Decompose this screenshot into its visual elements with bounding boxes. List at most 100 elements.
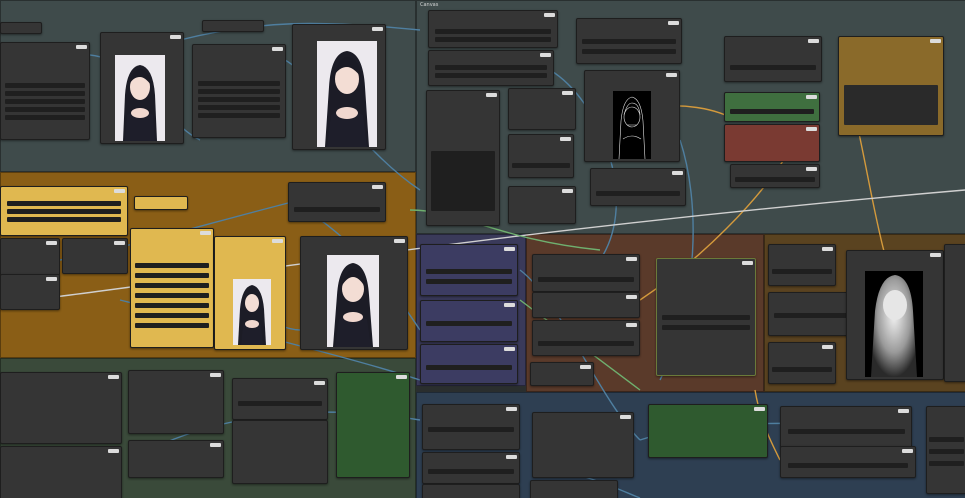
widget-field[interactable] (135, 263, 209, 268)
widget-field[interactable] (582, 39, 676, 44)
node[interactable] (428, 10, 558, 48)
node[interactable] (724, 36, 822, 82)
node[interactable] (128, 370, 224, 434)
node[interactable] (422, 484, 520, 498)
widget-field[interactable] (430, 151, 496, 211)
widget-field[interactable] (844, 85, 938, 125)
widget-field[interactable] (5, 115, 85, 120)
node[interactable] (648, 404, 768, 458)
widget-field[interactable] (237, 401, 323, 406)
widget-field[interactable] (729, 109, 815, 114)
node[interactable] (428, 50, 554, 86)
widget-field[interactable] (5, 83, 85, 88)
widget-field[interactable] (427, 469, 515, 474)
node[interactable] (422, 404, 520, 450)
widget-field[interactable] (595, 191, 681, 196)
widget-field[interactable] (5, 99, 85, 104)
node[interactable] (584, 70, 680, 162)
node[interactable] (730, 164, 820, 188)
node[interactable] (192, 44, 286, 138)
node[interactable] (0, 372, 122, 444)
node[interactable] (590, 168, 686, 206)
widget-field[interactable] (5, 107, 85, 112)
widget-field[interactable] (7, 209, 121, 214)
node-graph-canvas[interactable]: Canvas (0, 0, 965, 498)
widget-field[interactable] (538, 277, 634, 282)
node[interactable] (768, 244, 836, 286)
node[interactable] (292, 24, 386, 150)
widget-field[interactable] (427, 427, 515, 432)
node[interactable] (532, 292, 640, 318)
node[interactable] (508, 88, 576, 130)
node[interactable] (420, 344, 518, 384)
note-node[interactable] (130, 228, 214, 348)
node[interactable] (422, 452, 520, 484)
node[interactable] (780, 446, 916, 478)
widget-field[interactable] (928, 449, 965, 454)
widget-field[interactable] (425, 321, 513, 326)
node[interactable] (838, 36, 944, 136)
widget-field[interactable] (135, 313, 209, 318)
node[interactable] (926, 406, 965, 494)
note-node[interactable] (0, 186, 128, 236)
node[interactable] (532, 412, 634, 478)
widget-field[interactable] (197, 81, 281, 86)
widget-field[interactable] (293, 207, 381, 212)
node[interactable] (100, 32, 184, 144)
node[interactable] (724, 124, 820, 162)
node[interactable] (0, 42, 90, 140)
node[interactable] (0, 446, 122, 498)
widget-field[interactable] (928, 461, 965, 466)
widget-field[interactable] (928, 437, 965, 442)
widget-field[interactable] (512, 163, 570, 168)
widget-field[interactable] (425, 279, 513, 284)
widget-field[interactable] (197, 105, 281, 110)
node[interactable] (202, 20, 264, 32)
widget-field[interactable] (772, 367, 832, 372)
note-node[interactable] (214, 236, 286, 350)
node[interactable] (0, 22, 42, 34)
node[interactable] (0, 274, 60, 310)
widget-field[interactable] (582, 49, 676, 54)
node[interactable] (780, 406, 912, 448)
widget-field[interactable] (135, 303, 209, 308)
widget-field[interactable] (7, 217, 121, 222)
widget-field[interactable] (135, 323, 209, 328)
widget-field[interactable] (787, 429, 905, 434)
node[interactable] (232, 420, 328, 484)
node[interactable] (420, 244, 518, 296)
widget-field[interactable] (661, 325, 751, 330)
widget-field[interactable] (735, 177, 815, 182)
widget-field[interactable] (135, 293, 209, 298)
node[interactable] (846, 250, 944, 380)
note-node[interactable] (134, 196, 188, 210)
widget-field[interactable] (435, 73, 547, 78)
widget-field[interactable] (135, 273, 209, 278)
node[interactable] (0, 238, 60, 276)
node[interactable] (420, 300, 518, 342)
node[interactable] (532, 254, 640, 292)
widget-field[interactable] (435, 37, 551, 42)
widget-field[interactable] (435, 29, 551, 34)
node[interactable] (530, 480, 618, 498)
widget-field[interactable] (135, 283, 209, 288)
node[interactable] (62, 238, 128, 274)
node[interactable] (426, 90, 500, 226)
node[interactable] (768, 342, 836, 384)
widget-field[interactable] (425, 269, 513, 274)
node[interactable] (656, 258, 756, 376)
widget-field[interactable] (7, 201, 121, 206)
widget-field[interactable] (661, 315, 751, 320)
widget-field[interactable] (729, 65, 817, 70)
node[interactable] (288, 182, 386, 222)
node[interactable] (724, 92, 820, 122)
node[interactable] (944, 244, 965, 382)
widget-field[interactable] (425, 365, 513, 370)
node[interactable] (532, 320, 640, 356)
widget-field[interactable] (197, 89, 281, 94)
widget-field[interactable] (197, 97, 281, 102)
widget-field[interactable] (197, 113, 281, 118)
node[interactable] (232, 378, 328, 420)
widget-field[interactable] (435, 65, 547, 70)
node[interactable] (508, 186, 576, 224)
